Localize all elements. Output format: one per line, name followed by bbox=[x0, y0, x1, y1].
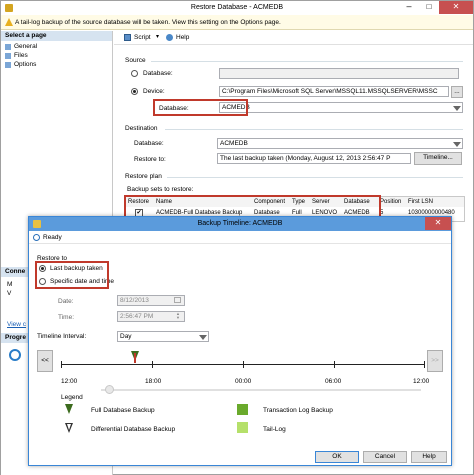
script-icon bbox=[124, 34, 131, 41]
sidebar-item-general[interactable]: General bbox=[5, 43, 105, 51]
device-radio[interactable] bbox=[131, 88, 138, 95]
chevron-down-icon bbox=[453, 142, 461, 147]
legend-tail-label: Tail-Log bbox=[263, 426, 286, 433]
time-field: 2:56:47 PM bbox=[117, 311, 185, 322]
script-button[interactable]: Script ▾ bbox=[124, 33, 164, 43]
database-radio-label: Database: bbox=[143, 70, 173, 77]
legend-heading: Legend bbox=[61, 394, 83, 401]
calendar-icon bbox=[174, 297, 181, 303]
help-button[interactable]: Help bbox=[166, 33, 196, 43]
timeline-track bbox=[61, 351, 425, 377]
tick-label: 00:00 bbox=[235, 378, 252, 385]
timeline-button[interactable]: Timeline... bbox=[414, 152, 462, 165]
legend-full-icon bbox=[65, 404, 73, 414]
connection-user: V bbox=[7, 290, 12, 297]
timeline-position-marker bbox=[134, 353, 136, 363]
title-bar: Restore Database - ACMEDB – □ ✕ bbox=[1, 1, 473, 15]
backup-timeline-dialog: Backup Timeline: ACMEDB ✕ Ready Restore … bbox=[28, 216, 452, 466]
timeline-tick bbox=[243, 361, 244, 368]
destination-database-select[interactable]: ACMEDB bbox=[217, 138, 463, 149]
close-button[interactable]: ✕ bbox=[439, 1, 473, 14]
legend-differential-label: Differential Database Backup bbox=[91, 426, 176, 433]
device-path-field[interactable]: C:\Program Files\Microsoft SQL Server\MS… bbox=[219, 86, 449, 97]
toolbar: Script ▾ Help bbox=[114, 31, 473, 45]
page-icon bbox=[5, 44, 11, 50]
dialog-close-button[interactable]: ✕ bbox=[425, 217, 451, 230]
warning-icon bbox=[5, 18, 13, 26]
legend-transaction-swatch bbox=[237, 404, 248, 415]
source-rule bbox=[151, 61, 463, 62]
restore-to-label: Restore to: bbox=[134, 156, 166, 163]
tick-label: 18:00 bbox=[145, 378, 162, 385]
connection-server: M bbox=[7, 281, 13, 288]
tick-label: 12:00 bbox=[61, 378, 78, 385]
dialog-title: Backup Timeline: ACMEDB bbox=[197, 220, 283, 227]
status-text: Ready bbox=[43, 234, 62, 241]
timeline-slider-thumb[interactable] bbox=[105, 385, 114, 394]
ok-button[interactable]: OK bbox=[315, 451, 359, 463]
timeline-prev-button[interactable]: << bbox=[37, 350, 53, 372]
backup-sets-label: Backup sets to restore: bbox=[127, 186, 194, 193]
legend-transaction-label: Transaction Log Backup bbox=[263, 407, 333, 414]
legend-full-label: Full Database Backup bbox=[91, 407, 155, 414]
page-icon bbox=[5, 53, 11, 59]
help-button[interactable]: Help bbox=[411, 451, 447, 463]
browse-button[interactable]: ... bbox=[451, 86, 463, 98]
interval-label: Timeline Interval: bbox=[37, 333, 87, 340]
legend-tail-swatch bbox=[237, 422, 248, 433]
source-database-combo bbox=[219, 68, 459, 79]
sidebar-item-files[interactable]: Files bbox=[5, 52, 105, 60]
view-connection-link[interactable]: View c bbox=[7, 321, 26, 328]
minimize-button[interactable]: – bbox=[399, 2, 419, 13]
destination-heading: Destination bbox=[125, 125, 158, 132]
dialog-title-bar: Backup Timeline: ACMEDB ✕ bbox=[29, 217, 451, 231]
source-heading: Source bbox=[125, 57, 146, 64]
timeline-tick bbox=[152, 361, 153, 368]
warning-text: A tail-log backup of the source database… bbox=[15, 19, 281, 26]
warning-bar: A tail-log backup of the source database… bbox=[1, 15, 473, 30]
interval-select[interactable]: Day bbox=[117, 331, 209, 342]
cancel-button[interactable]: Cancel bbox=[363, 451, 407, 463]
timeline-tick bbox=[61, 361, 62, 368]
restore-to-field: The last backup taken (Monday, August 12… bbox=[217, 153, 411, 164]
legend-differential-icon-inner bbox=[67, 424, 71, 430]
maximize-button[interactable]: □ bbox=[419, 2, 439, 13]
ready-icon bbox=[33, 234, 40, 241]
database-radio[interactable] bbox=[131, 70, 138, 77]
highlight-restore-to bbox=[35, 261, 109, 289]
timeline-tick bbox=[334, 361, 335, 368]
spinner-icon: ▲ ▼ bbox=[176, 311, 180, 320]
grid-header: Position bbox=[380, 199, 402, 205]
chevron-down-icon bbox=[199, 335, 207, 340]
device-radio-label: Device: bbox=[143, 88, 165, 95]
progress-icon bbox=[9, 349, 21, 361]
tick-label: 06:00 bbox=[325, 378, 342, 385]
status-bar: Ready bbox=[29, 232, 451, 244]
source-database-select[interactable]: ACMEDB bbox=[219, 102, 463, 113]
highlight-source-database bbox=[153, 99, 248, 116]
timeline-next-button[interactable]: >> bbox=[427, 350, 443, 372]
grid-header: First LSN bbox=[408, 199, 434, 205]
destination-rule bbox=[165, 129, 463, 130]
date-label: Date: bbox=[58, 298, 74, 305]
restore-plan-heading: Restore plan bbox=[125, 173, 162, 180]
sidebar-item-options[interactable]: Options bbox=[5, 61, 105, 69]
chevron-down-icon bbox=[453, 106, 461, 111]
timeline-tick bbox=[424, 361, 425, 368]
time-label: Time: bbox=[58, 314, 75, 321]
chevron-down-icon: ▾ bbox=[156, 34, 160, 40]
help-icon bbox=[166, 34, 173, 41]
page-icon bbox=[5, 62, 11, 68]
sidebar-header: Select a page bbox=[1, 31, 112, 41]
destination-database-label: Database: bbox=[134, 140, 164, 147]
restore-plan-rule bbox=[167, 177, 463, 178]
tick-label: 12:00 bbox=[413, 378, 430, 385]
timeline-slider-track bbox=[101, 389, 421, 391]
